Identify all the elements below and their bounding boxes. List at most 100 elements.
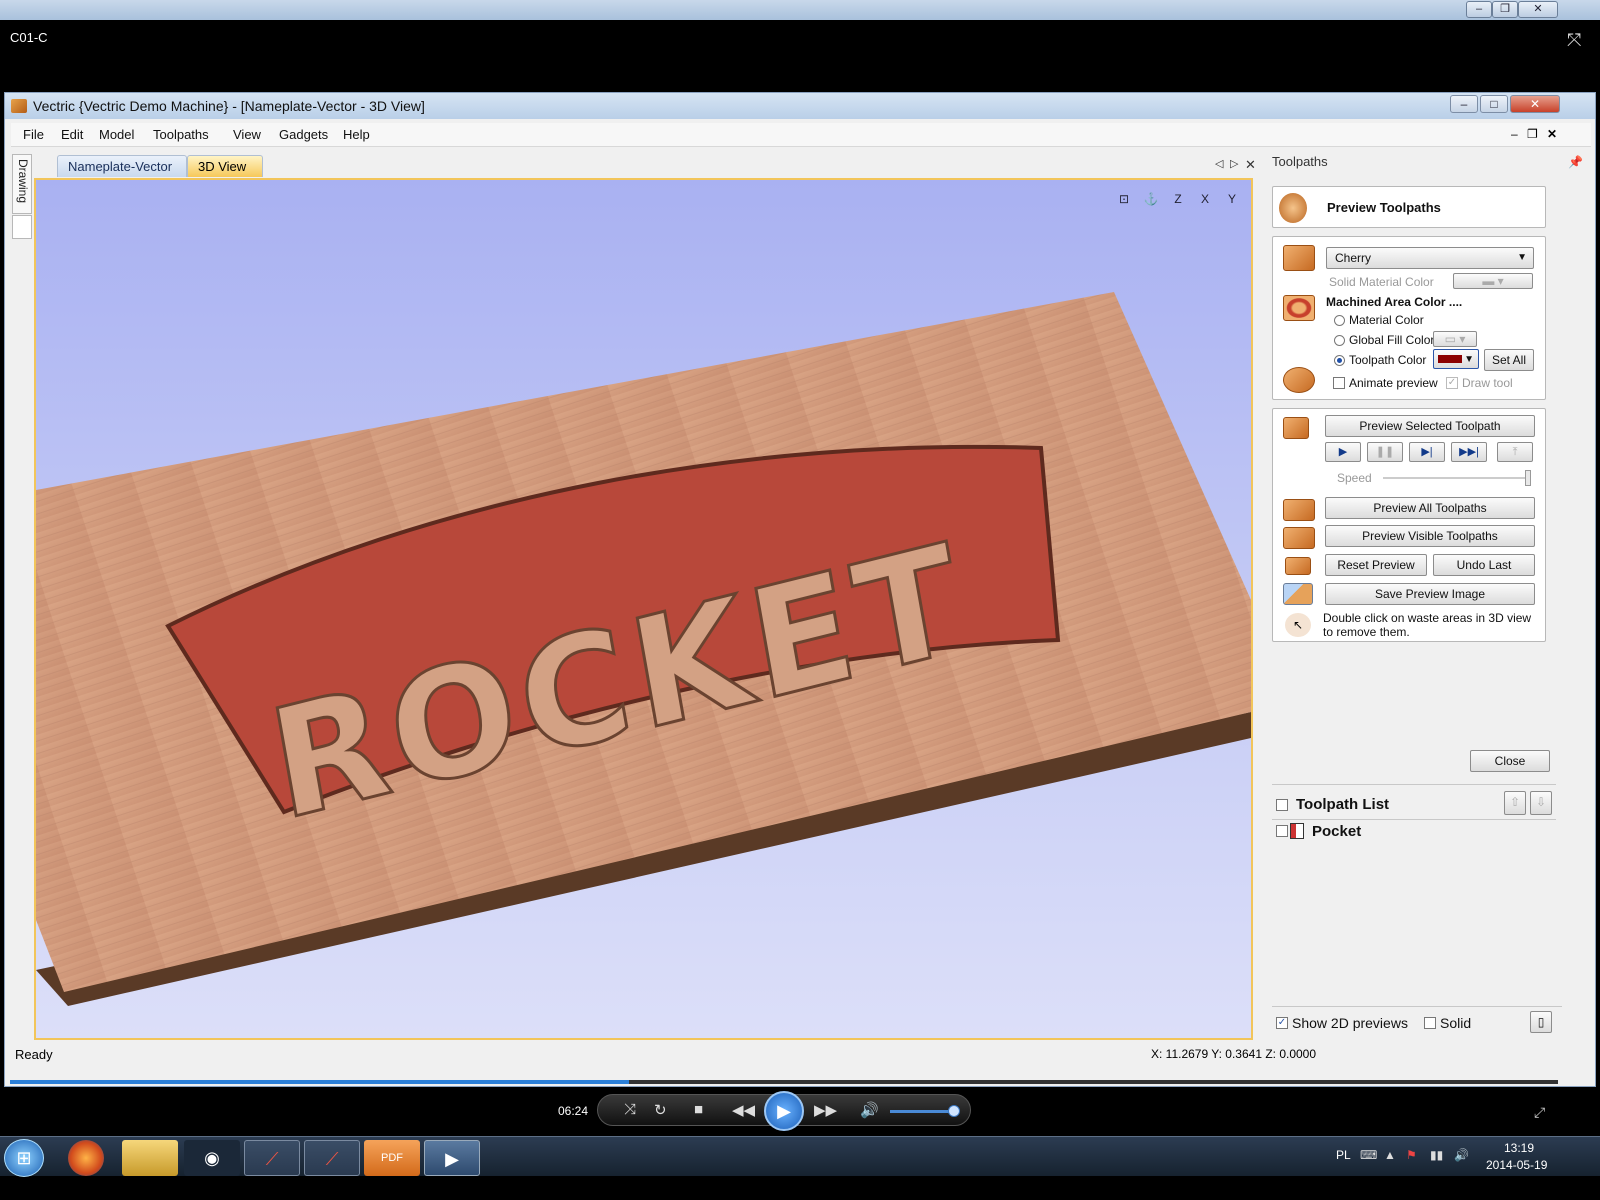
speed-slider[interactable] xyxy=(1383,470,1531,486)
preview-all-toolpaths-button[interactable]: Preview All Toolpaths xyxy=(1325,497,1535,519)
tray-keyboard-icon[interactable]: ⌨ xyxy=(1360,1148,1377,1162)
vectric-app-2-icon[interactable]: ⟋ xyxy=(304,1140,360,1176)
solid-checkbox[interactable] xyxy=(1424,1017,1436,1029)
clock-time[interactable]: 13:19 xyxy=(1504,1141,1534,1155)
start-button[interactable]: ⊞ xyxy=(4,1139,44,1177)
app-minimize-button[interactable]: – xyxy=(1450,95,1478,113)
media-player-icon[interactable]: ▶ xyxy=(424,1140,480,1176)
save-image-icon xyxy=(1283,583,1313,605)
iso-view-icon[interactable]: ⚓ xyxy=(1140,188,1162,208)
preview-actions-group: Preview Selected Toolpath ▶ ❚❚ ▶| ▶▶| ⤒ … xyxy=(1272,408,1546,642)
firefox-icon[interactable] xyxy=(68,1140,104,1176)
fullscreen-icon[interactable]: ⤧ xyxy=(1567,30,1581,51)
stop-icon[interactable]: ■ xyxy=(694,1101,703,1118)
reset-preview-button[interactable]: Reset Preview xyxy=(1325,554,1427,576)
tray-volume-icon[interactable]: 🔊 xyxy=(1454,1148,1469,1162)
animate-preview-checkbox[interactable] xyxy=(1333,377,1345,389)
toolpath-color-swatch xyxy=(1438,355,1462,363)
skip-end-icon[interactable]: ⤒ xyxy=(1497,442,1533,462)
toolpath-item[interactable]: Pocket xyxy=(1272,821,1556,843)
menu-bar: File Edit Model Toolpaths View Gadgets H… xyxy=(11,123,1591,147)
tab-scroll-right-icon[interactable]: ▷ xyxy=(1230,157,1238,170)
save-preview-image-button[interactable]: Save Preview Image xyxy=(1325,583,1535,605)
menu-view[interactable]: View xyxy=(233,127,261,142)
tray-flag-icon[interactable]: ⚑ xyxy=(1406,1148,1417,1162)
menu-help[interactable]: Help xyxy=(343,127,370,142)
menu-gadgets[interactable]: Gadgets xyxy=(279,127,328,142)
radio-material-color[interactable] xyxy=(1334,315,1345,326)
side-tab-blank[interactable] xyxy=(12,215,32,239)
drawing-side-tab[interactable]: Drawing xyxy=(12,154,32,214)
next-icon[interactable]: ▶▶ xyxy=(814,1101,837,1119)
set-all-button[interactable]: Set All xyxy=(1484,349,1534,371)
tab-close-icon[interactable]: ✕ xyxy=(1245,157,1256,173)
menu-edit[interactable]: Edit xyxy=(61,127,83,142)
shuffle-icon[interactable]: ⤨ xyxy=(624,1101,636,1118)
hint-line-1: Double click on waste areas in 3D view xyxy=(1323,611,1532,625)
tab-scroll-left-icon[interactable]: ◁ xyxy=(1215,157,1223,170)
volume-icon[interactable]: 🔊 xyxy=(860,1101,879,1119)
preview-selected-toolpath-button[interactable]: Preview Selected Toolpath xyxy=(1325,415,1535,437)
mdi-restore-icon[interactable]: ❐ xyxy=(1527,127,1538,141)
solid-color-picker[interactable]: ▬ ▾ xyxy=(1453,273,1533,289)
pause-icon[interactable]: ❚❚ xyxy=(1367,442,1403,462)
pin-icon[interactable]: 📌 xyxy=(1568,155,1583,169)
speed-slider-thumb[interactable] xyxy=(1525,470,1531,486)
move-down-icon[interactable]: ⇩ xyxy=(1530,791,1552,815)
app-maximize-button[interactable]: □ xyxy=(1480,95,1508,113)
player-close-button[interactable]: ✕ xyxy=(1518,1,1558,18)
menu-model[interactable]: Model xyxy=(99,127,134,142)
player-minimize-button[interactable]: – xyxy=(1466,1,1492,18)
draw-tool-checkbox[interactable]: ✓ xyxy=(1446,377,1458,389)
menu-toolpaths[interactable]: Toolpaths xyxy=(153,127,209,142)
switch-to-now-playing-icon[interactable]: ⤢ xyxy=(1534,1104,1545,1121)
undo-last-button[interactable]: Undo Last xyxy=(1433,554,1535,576)
play-icon[interactable]: ▶ xyxy=(1325,442,1361,462)
toolpath-list-checkbox[interactable] xyxy=(1276,799,1288,811)
app-close-button[interactable]: ✕ xyxy=(1510,95,1560,113)
close-button[interactable]: Close xyxy=(1470,750,1550,772)
tab-3d-view[interactable]: 3D View xyxy=(187,155,263,177)
preview-visible-toolpaths-button[interactable]: Preview Visible Toolpaths xyxy=(1325,525,1535,547)
tray-language[interactable]: PL xyxy=(1336,1148,1351,1162)
seek-bar[interactable] xyxy=(10,1080,1558,1084)
steam-icon[interactable]: ◉ xyxy=(184,1140,240,1176)
toolpath-item-checkbox[interactable] xyxy=(1276,825,1288,837)
3d-viewport[interactable]: ROCKET ⊡ ⚓ Z X Y xyxy=(34,178,1253,1040)
explorer-icon[interactable] xyxy=(122,1140,178,1176)
tray-show-hidden-icon[interactable]: ▲ xyxy=(1384,1148,1396,1162)
x-view-icon[interactable]: X xyxy=(1194,188,1216,208)
move-up-icon[interactable]: ⇧ xyxy=(1504,791,1526,815)
global-fill-color-picker[interactable]: ▭ ▾ xyxy=(1433,331,1477,347)
radio-toolpath-color-label: Toolpath Color xyxy=(1349,353,1427,367)
vectric-app-icon[interactable]: ⟋ xyxy=(244,1140,300,1176)
toolpath-list-title: Toolpath List xyxy=(1296,796,1390,813)
player-controls: ⤨ ↻ ■ ◀◀ ▶ ▶▶ 🔊 xyxy=(597,1091,971,1131)
material-select[interactable]: Cherry ▼ xyxy=(1326,247,1534,269)
repeat-icon[interactable]: ↻ xyxy=(654,1101,667,1119)
panel-options-icon[interactable]: ▯ xyxy=(1530,1011,1552,1033)
step-icon[interactable]: ▶| xyxy=(1409,442,1445,462)
menu-file[interactable]: File xyxy=(23,127,44,142)
play-button[interactable]: ▶ xyxy=(764,1091,804,1131)
toolpath-color-picker[interactable]: ▼ xyxy=(1433,349,1479,369)
volume-slider[interactable] xyxy=(890,1110,952,1113)
tray-network-icon[interactable]: ▮▮ xyxy=(1430,1148,1443,1162)
volume-slider-thumb[interactable] xyxy=(948,1105,960,1117)
pdf-icon[interactable]: PDF xyxy=(364,1140,420,1176)
y-view-icon[interactable]: Y xyxy=(1221,188,1243,208)
show-2d-previews-checkbox[interactable]: ✓ xyxy=(1276,1017,1288,1029)
mdi-close-icon[interactable]: ✕ xyxy=(1547,127,1557,141)
zoom-fit-icon[interactable]: ⊡ xyxy=(1113,188,1135,208)
player-maximize-button[interactable]: ❐ xyxy=(1492,1,1518,18)
mdi-minimize-icon[interactable]: – xyxy=(1511,127,1518,141)
preview-all-icon xyxy=(1283,499,1315,521)
z-view-icon[interactable]: Z xyxy=(1167,188,1189,208)
tab-nameplate-vector[interactable]: Nameplate-Vector xyxy=(57,155,187,177)
radio-toolpath-color[interactable] xyxy=(1334,355,1345,366)
radio-global-fill-color[interactable] xyxy=(1334,335,1345,346)
chevron-down-icon: ▼ xyxy=(1517,252,1527,263)
fast-forward-icon[interactable]: ▶▶| xyxy=(1451,442,1487,462)
clock-date[interactable]: 2014-05-19 xyxy=(1486,1158,1547,1172)
previous-icon[interactable]: ◀◀ xyxy=(732,1101,755,1119)
